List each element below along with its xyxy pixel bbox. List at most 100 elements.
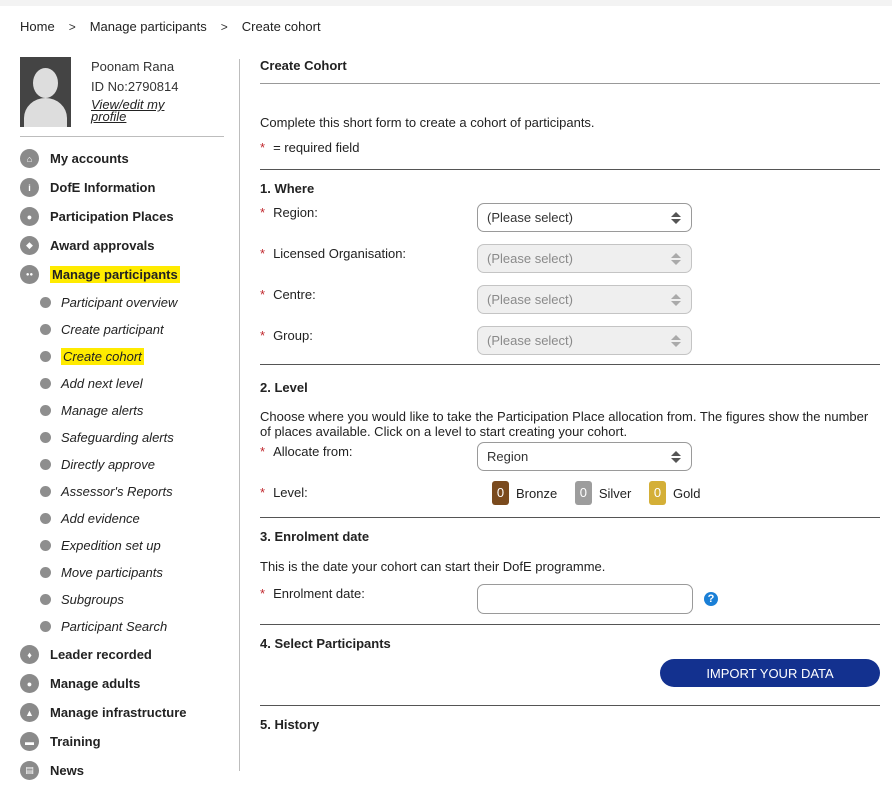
subnav-item-label: Create participant <box>61 322 164 337</box>
subnav-item-manage-alerts[interactable]: Manage alerts <box>20 397 224 424</box>
select-arrows-icon <box>671 335 681 347</box>
breadcrumb-manage-participants[interactable]: Manage participants <box>90 19 207 34</box>
level-options: 0 Bronze 0 Silver 0 Gold <box>492 481 714 505</box>
subnav-item-participant-search[interactable]: Participant Search <box>20 613 224 640</box>
sidebar-item-my-accounts[interactable]: ⌂ My accounts <box>20 144 224 173</box>
sidebar-item-dofe-information[interactable]: i DofE Information <box>20 173 224 202</box>
region-select[interactable]: (Please select) <box>477 203 692 232</box>
subnav-item-participant-overview[interactable]: Participant overview <box>20 289 224 316</box>
shield-icon: ◆ <box>20 236 39 255</box>
sidebar-item-label: Participation Places <box>50 209 174 224</box>
edit-profile-link[interactable]: View/edit my profile <box>91 98 181 123</box>
profile-card: Poonam Rana ID No:2790814 View/edit my p… <box>20 57 224 127</box>
group-label: * Group: <box>260 328 313 343</box>
centre-select: (Please select) <box>477 285 692 314</box>
select-arrows-icon <box>671 253 681 265</box>
subnav-item-add-evidence[interactable]: Add evidence <box>20 505 224 532</box>
subnav-item-label: Safeguarding alerts <box>61 430 174 445</box>
level-description: Choose where you would like to take the … <box>260 409 869 439</box>
group-row: * Group: (Please select) <box>260 326 880 364</box>
subnav-item-expedition-set-up[interactable]: Expedition set up <box>20 532 224 559</box>
section-divider <box>260 705 880 706</box>
sidebar-item-label: Award approvals <box>50 238 155 253</box>
level-gold[interactable]: 0 Gold <box>648 481 714 505</box>
breadcrumb-separator: > <box>220 19 228 34</box>
level-silver[interactable]: 0 Silver <box>574 481 646 505</box>
sidebar-item-manage-adults[interactable]: ● Manage adults <box>20 669 224 698</box>
sidebar-item-label: Leader recorded <box>50 647 152 662</box>
sidebar: Poonam Rana ID No:2790814 View/edit my p… <box>20 57 224 785</box>
title-divider <box>260 83 880 84</box>
bullet-icon <box>40 594 51 605</box>
subnav-item-add-next-level[interactable]: Add next level <box>20 370 224 397</box>
select-arrows-icon <box>671 294 681 306</box>
section-where-title: 1. Where <box>260 181 315 196</box>
training-icon: ▬ <box>20 732 39 751</box>
section-divider <box>260 364 880 365</box>
subnav-item-move-participants[interactable]: Move participants <box>20 559 224 586</box>
enrolment-date-label: * Enrolment date: <box>260 586 365 601</box>
gold-count-badge: 0 <box>648 481 666 505</box>
level-label: * Level: <box>260 485 308 500</box>
bullet-icon <box>40 486 51 497</box>
infrastructure-icon: ▲ <box>20 703 39 722</box>
person-icon: ● <box>20 207 39 226</box>
sidebar-divider <box>20 136 224 137</box>
subnav-item-create-participant[interactable]: Create participant <box>20 316 224 343</box>
section-level-title: 2. Level <box>260 380 308 395</box>
subnav-item-label: Add next level <box>61 376 143 391</box>
allocate-from-select[interactable]: Region <box>477 442 692 471</box>
bullet-icon <box>40 567 51 578</box>
subnav-item-subgroups[interactable]: Subgroups <box>20 586 224 613</box>
section-divider <box>260 624 880 625</box>
sidebar-item-leader-recorded[interactable]: ♦ Leader recorded <box>20 640 224 669</box>
bullet-icon <box>40 459 51 470</box>
sidebar-item-label: Manage participants <box>50 266 180 283</box>
level-bronze[interactable]: 0 Bronze <box>492 481 571 505</box>
help-icon[interactable]: ? <box>704 592 718 606</box>
info-icon: i <box>20 178 39 197</box>
bullet-icon <box>40 324 51 335</box>
people-icon: ●● <box>20 265 39 284</box>
breadcrumb-home[interactable]: Home <box>20 19 55 34</box>
subnav-item-create-cohort[interactable]: Create cohort <box>20 343 224 370</box>
subnav-item-label: Assessor's Reports <box>61 484 173 499</box>
main-content: Create Cohort Complete this short form t… <box>260 57 880 732</box>
subnav-item-label: Expedition set up <box>61 538 161 553</box>
select-arrows-icon <box>671 212 681 224</box>
sidebar-item-manage-infrastructure[interactable]: ▲ Manage infrastructure <box>20 698 224 727</box>
home-icon: ⌂ <box>20 149 39 168</box>
enrolment-date-input[interactable] <box>477 584 693 614</box>
sidebar-item-manage-participants[interactable]: ●● Manage participants <box>20 260 224 289</box>
sidebar-subnav: Participant overview Create participant … <box>20 289 224 640</box>
sidebar-item-participation-places[interactable]: ● Participation Places <box>20 202 224 231</box>
import-data-button[interactable]: IMPORT YOUR DATA <box>660 659 880 687</box>
centre-label: * Centre: <box>260 287 316 302</box>
sidebar-item-training[interactable]: ▬ Training <box>20 727 224 756</box>
sidebar-item-label: Manage infrastructure <box>50 705 187 720</box>
subnav-item-label: Participant overview <box>61 295 178 310</box>
bullet-icon <box>40 378 51 389</box>
section-history-title: 5. History <box>260 717 320 732</box>
bullet-icon <box>40 405 51 416</box>
subnav-item-assessors-reports[interactable]: Assessor's Reports <box>20 478 224 505</box>
required-note: * = required field <box>260 140 360 155</box>
breadcrumb-separator: > <box>68 19 76 34</box>
region-row: * Region: (Please select) <box>260 203 880 244</box>
subnav-item-label: Directly approve <box>61 457 155 472</box>
profile-id: ID No:2790814 <box>91 79 179 94</box>
section-enrolment-title: 3. Enrolment date <box>260 529 370 544</box>
level-row: * Level: 0 Bronze 0 Silver 0 Gold <box>260 481 880 517</box>
subnav-item-safeguarding-alerts[interactable]: Safeguarding alerts <box>20 424 224 451</box>
select-arrows-icon <box>671 451 681 463</box>
required-marker: * <box>260 140 266 155</box>
subnav-item-label: Create cohort <box>61 348 144 365</box>
sidebar-item-label: Manage adults <box>50 676 141 691</box>
bronze-count-badge: 0 <box>492 481 509 505</box>
sidebar-item-award-approvals[interactable]: ◆ Award approvals <box>20 231 224 260</box>
centre-row: * Centre: (Please select) <box>260 285 880 326</box>
top-bar <box>0 0 892 6</box>
subnav-item-directly-approve[interactable]: Directly approve <box>20 451 224 478</box>
subnav-item-label: Add evidence <box>61 511 140 526</box>
bullet-icon <box>40 297 51 308</box>
